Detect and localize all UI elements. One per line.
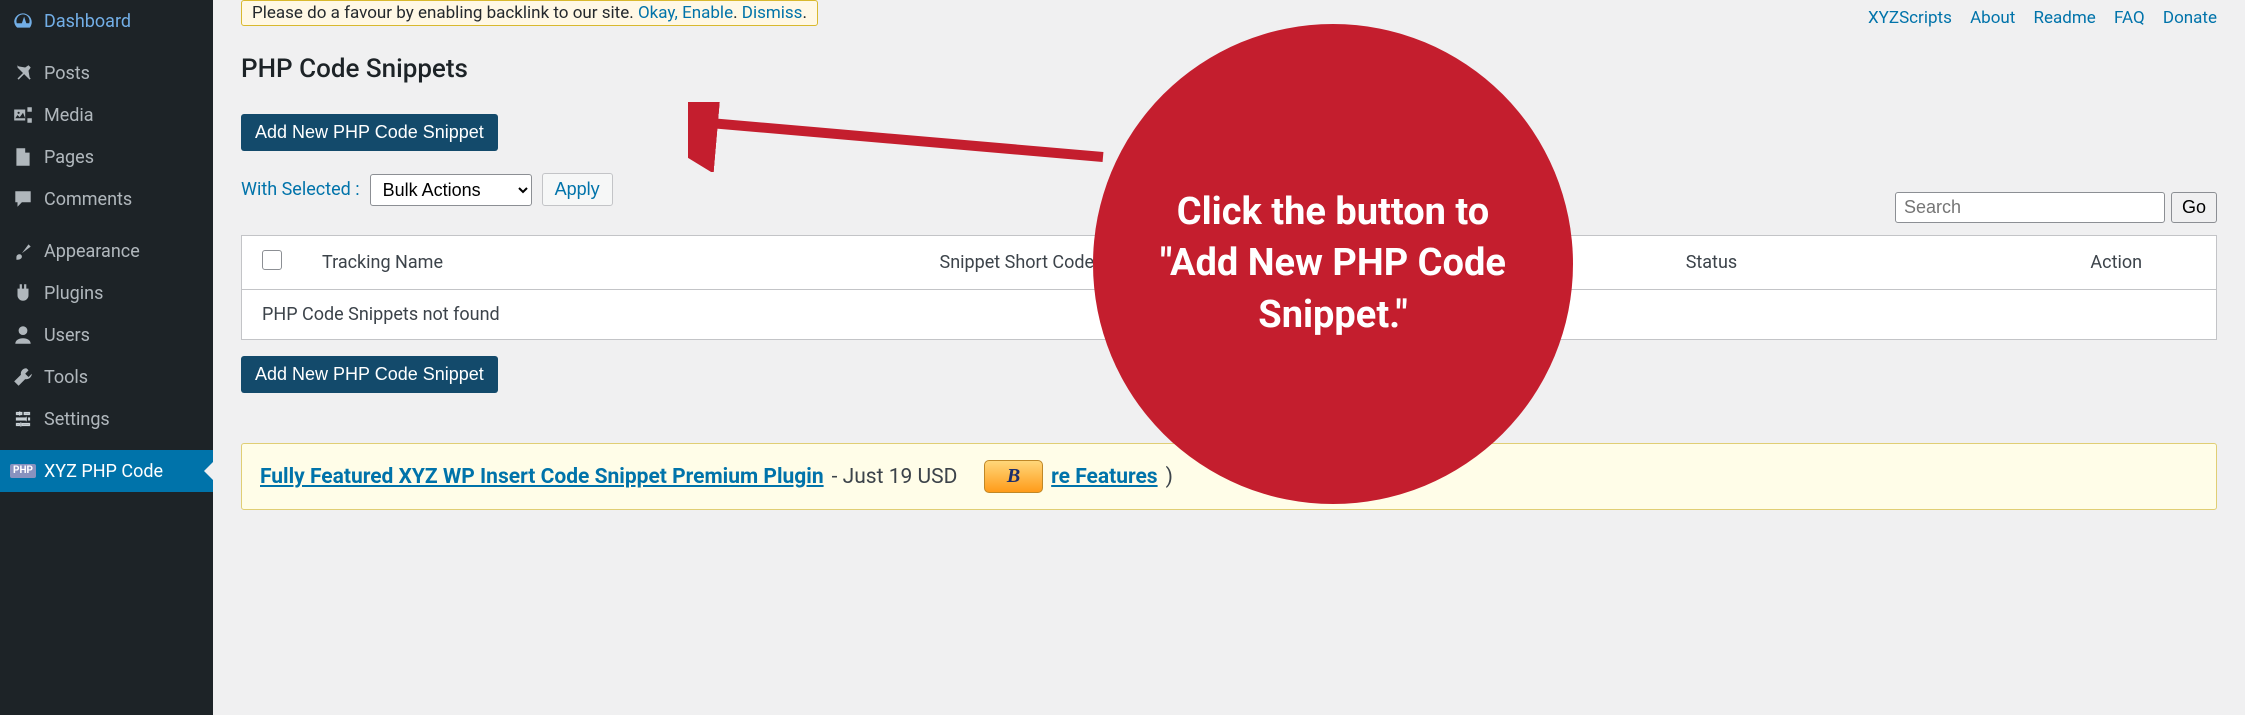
top-link-donate[interactable]: Donate: [2163, 8, 2217, 28]
sidebar-label: Tools: [44, 367, 88, 388]
sidebar-item-comments[interactable]: Comments: [0, 178, 213, 220]
brush-icon: [12, 240, 34, 262]
sidebar-label: Media: [44, 105, 94, 126]
media-icon: [12, 104, 34, 126]
callout-text: Click the button to "Add New PHP Code Sn…: [1133, 187, 1533, 341]
pin-icon: [12, 62, 34, 84]
sidebar-item-xyz-php-code[interactable]: PHP XYZ PHP Code: [0, 450, 213, 492]
admin-sidebar: Dashboard Posts Media Pages Comments: [0, 0, 213, 715]
sidebar-item-users[interactable]: Users: [0, 314, 213, 356]
main-content: Please do a favour by enabling backlink …: [213, 0, 2245, 715]
bulk-action-select[interactable]: Bulk Actions: [370, 174, 532, 206]
sidebar-item-posts[interactable]: Posts: [0, 52, 213, 94]
bulk-apply-button[interactable]: Apply: [542, 173, 613, 206]
col-tracking-name: Tracking Name: [302, 236, 920, 290]
plugin-icon: [12, 282, 34, 304]
top-link-faq[interactable]: FAQ: [2114, 8, 2145, 28]
promo-price: - Just 19 USD: [832, 465, 958, 489]
sidebar-item-media[interactable]: Media: [0, 94, 213, 136]
promo-paren: ): [1166, 465, 1173, 489]
notice-text: Please do a favour by enabling backlink …: [252, 3, 638, 23]
promo-premium-link[interactable]: Fully Featured XYZ WP Insert Code Snippe…: [260, 465, 824, 489]
top-links: XYZScripts About Readme FAQ Donate: [1854, 8, 2217, 28]
settings-icon: [12, 408, 34, 430]
sidebar-item-tools[interactable]: Tools: [0, 356, 213, 398]
sidebar-label: Posts: [44, 63, 90, 84]
add-new-snippet-button-bottom[interactable]: Add New PHP Code Snippet: [241, 356, 498, 393]
buy-button[interactable]: B: [984, 460, 1043, 493]
search-go-button[interactable]: Go: [2171, 192, 2217, 223]
sidebar-item-settings[interactable]: Settings: [0, 398, 213, 440]
backlink-notice: Please do a favour by enabling backlink …: [241, 0, 818, 26]
wrench-icon: [12, 366, 34, 388]
sidebar-item-plugins[interactable]: Plugins: [0, 272, 213, 314]
promo-features-link[interactable]: re Features: [1051, 465, 1157, 489]
sidebar-label: Settings: [44, 409, 110, 430]
php-icon: PHP: [12, 460, 34, 482]
sidebar-item-dashboard[interactable]: Dashboard: [0, 0, 213, 42]
sidebar-label: Appearance: [44, 241, 140, 262]
sidebar-item-appearance[interactable]: Appearance: [0, 230, 213, 272]
user-icon: [12, 324, 34, 346]
select-all-checkbox[interactable]: [262, 250, 282, 270]
search-input[interactable]: [1895, 192, 2165, 223]
sidebar-item-pages[interactable]: Pages: [0, 136, 213, 178]
annotation-callout: Click the button to "Add New PHP Code Sn…: [1093, 24, 1573, 504]
sidebar-label: Plugins: [44, 283, 103, 304]
sidebar-label: XYZ PHP Code: [44, 461, 163, 482]
top-link-xyzscripts[interactable]: XYZScripts: [1868, 8, 1952, 28]
annotation-arrow: [688, 102, 1108, 172]
col-checkbox: [242, 236, 303, 290]
page-icon: [12, 146, 34, 168]
sidebar-label: Comments: [44, 189, 132, 210]
col-action: Action: [2017, 236, 2217, 290]
sidebar-label: Users: [44, 325, 90, 346]
sidebar-label: Dashboard: [44, 11, 131, 32]
dashboard-icon: [12, 10, 34, 32]
add-new-snippet-button[interactable]: Add New PHP Code Snippet: [241, 114, 498, 151]
notice-enable-link[interactable]: Okay, Enable: [638, 3, 733, 23]
comment-icon: [12, 188, 34, 210]
col-status: Status: [1666, 236, 2017, 290]
top-link-about[interactable]: About: [1970, 8, 2015, 28]
top-link-readme[interactable]: Readme: [2034, 8, 2096, 28]
notice-dismiss-link[interactable]: Dismiss: [742, 3, 803, 23]
sidebar-label: Pages: [44, 147, 94, 168]
bulk-label: With Selected :: [241, 179, 360, 200]
